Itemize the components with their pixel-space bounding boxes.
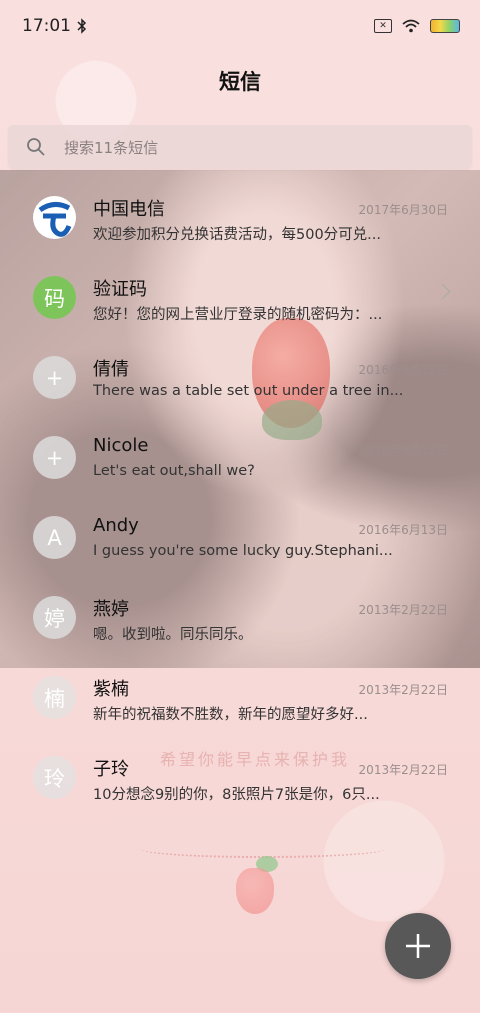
conversation-item[interactable]: 中国电信 欢迎参加积分兑换话费活动，每500分可兑... 2017年6月30日 [0,178,480,258]
message-snippet: 欢迎参加积分兑换话费活动，每500分可兑... [93,227,382,243]
avatar: + [33,356,76,399]
contact-name: 中国电信 [93,199,165,220]
new-message-button[interactable] [385,913,451,979]
message-snippet: Let's eat out,shall we? [93,463,255,479]
contact-name: 紫楠 [93,679,129,700]
conversation-item[interactable]: + Nicole Let's eat out,shall we? 2016年6月… [0,418,480,498]
wallpaper-dotted-line [140,840,385,858]
sim-off-icon: ✕ [374,19,392,33]
search-icon [27,138,45,156]
search-input[interactable]: 搜索11条短信 [8,125,472,169]
message-date: 2013年2月22日 [358,763,448,777]
conversation-list: 中国电信 欢迎参加积分兑换话费活动，每500分可兑... 2017年6月30日 … [0,178,480,818]
search-placeholder: 搜索11条短信 [64,138,159,157]
conversation-item[interactable]: 码 验证码 您好！您的网上营业厅登录的随机密码为：... [0,258,480,338]
chevron-right-icon[interactable] [434,283,451,300]
plus-icon [406,934,430,958]
page-title: 短信 [219,70,261,94]
wifi-icon [402,19,420,33]
message-snippet: 您好！您的网上营业厅登录的随机密码为：... [93,307,383,323]
avatar: 婷 [33,596,76,639]
conversation-item[interactable]: 楠 紫楠 新年的祝福数不胜数，新年的愿望好多好... 2013年2月22日 [0,658,480,738]
message-snippet: There was a table set out under a tree i… [93,383,403,399]
china-telecom-logo-icon [33,196,76,239]
avatar: + [33,436,76,479]
message-snippet: I guess you're some lucky guy.Stephani..… [93,543,393,559]
conversation-item[interactable]: + 倩倩 There was a table set out under a t… [0,338,480,418]
avatar: A [33,516,76,559]
message-snippet: 10分想念9别的你，8张照片7张是你，6只... [93,787,380,803]
avatar: 玲 [33,756,76,799]
contact-name: 子玲 [93,759,129,780]
battery-icon [430,19,460,33]
contact-name: 燕婷 [93,599,129,620]
status-time: 17:01 [22,16,71,36]
wallpaper-strawberry [236,868,274,914]
message-snippet: 新年的祝福数不胜数，新年的愿望好多好... [93,707,368,723]
message-date: 2013年2月22日 [358,683,448,697]
bluetooth-icon [77,18,87,34]
conversation-item[interactable]: 婷 燕婷 嗯。收到啦。同乐同乐。 2013年2月22日 [0,578,480,658]
contact-name: 倩倩 [93,359,129,380]
status-bar: 17:01 ✕ [0,0,480,52]
message-date: 2016年6月13日 [358,443,448,457]
message-date: 2013年2月22日 [358,603,448,617]
conversation-item[interactable]: A Andy I guess you're some lucky guy.Ste… [0,498,480,578]
contact-name: 验证码 [93,279,147,300]
message-snippet: 嗯。收到啦。同乐同乐。 [93,627,253,643]
message-date: 2016年6月13日 [358,363,448,377]
message-date: 2017年6月30日 [358,203,448,217]
contact-name: Nicole [93,435,149,456]
conversation-item[interactable]: 玲 子玲 10分想念9别的你，8张照片7张是你，6只... 2013年2月22日 [0,738,480,818]
contact-name: Andy [93,515,139,536]
message-date: 2016年6月13日 [358,523,448,537]
avatar: 码 [33,276,76,319]
avatar: 楠 [33,676,76,719]
